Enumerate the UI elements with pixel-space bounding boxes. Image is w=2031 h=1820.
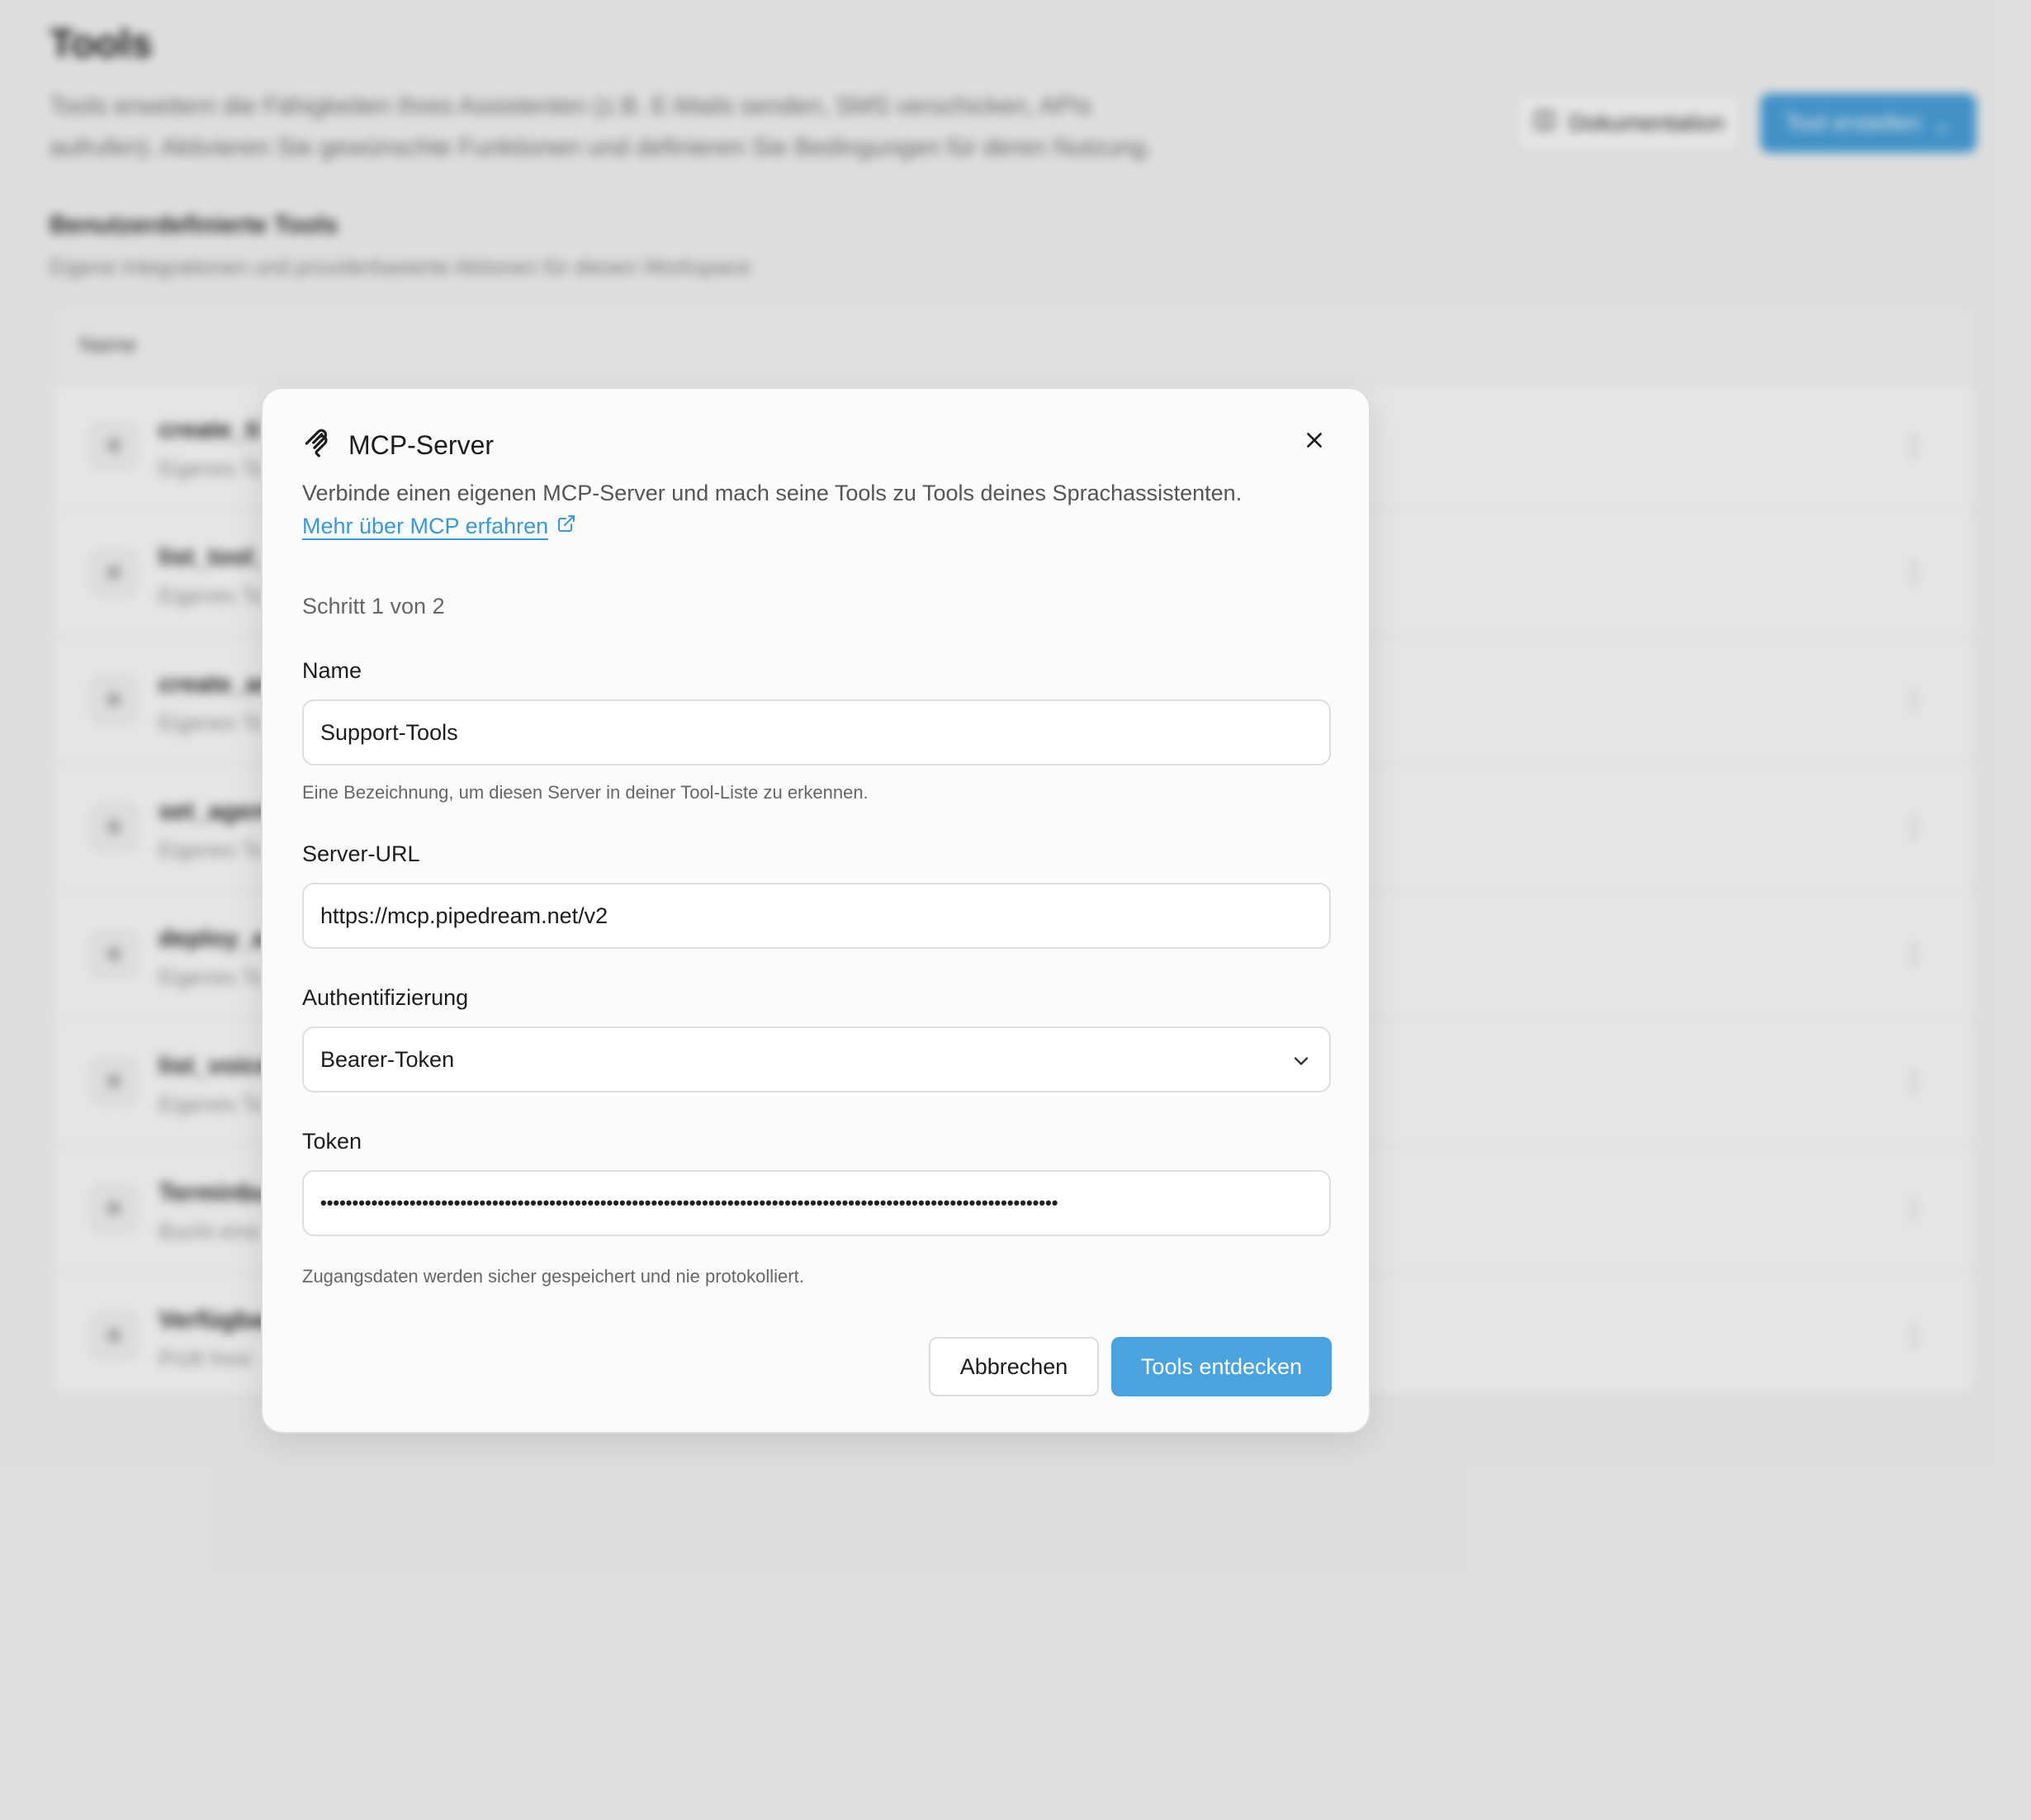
close-button[interactable]	[1298, 425, 1331, 458]
name-input[interactable]: Support-Tools	[302, 699, 1331, 765]
dialog-title: MCP-Server	[348, 430, 495, 460]
server-url-input[interactable]: https://mcp.pipedream.net/v2	[302, 883, 1331, 949]
name-label: Name	[302, 658, 362, 683]
dialog-description: Verbinde einen eigenen MCP-Server und ma…	[302, 481, 1243, 505]
close-icon	[1304, 429, 1325, 455]
server-url-label: Server-URL	[302, 841, 420, 866]
name-input-value: Support-Tools	[320, 719, 458, 745]
mcp-server-dialog: MCP-Server Verbinde einen eigenen MCP-Se…	[261, 387, 1371, 1434]
server-url-input-value: https://mcp.pipedream.net/v2	[320, 903, 608, 928]
authentication-select-value: Bearer-Token	[320, 1046, 455, 1072]
authentication-label: Authentifizierung	[302, 985, 469, 1010]
learn-more-link-label: Mehr über MCP erfahren	[302, 514, 549, 538]
discover-tools-button[interactable]: Tools entdecken	[1111, 1337, 1332, 1396]
external-link-icon	[556, 510, 576, 543]
authentication-select[interactable]: Bearer-Token	[302, 1026, 1331, 1092]
token-input-value: ••••••••••••••••••••••••••••••••••••••••…	[320, 1192, 1058, 1213]
learn-more-link[interactable]: Mehr über MCP erfahren	[302, 510, 576, 543]
step-indicator: Schritt 1 von 2	[302, 594, 445, 619]
mcp-logo-icon	[302, 427, 337, 462]
cancel-button[interactable]: Abbrechen	[929, 1337, 1099, 1396]
token-input[interactable]: ••••••••••••••••••••••••••••••••••••••••…	[302, 1170, 1331, 1236]
token-help-text: Zugangsdaten werden sicher gespeichert u…	[302, 1266, 804, 1287]
name-help-text: Eine Bezeichnung, um diesen Server in de…	[302, 782, 869, 803]
chevron-down-icon	[1290, 1050, 1313, 1073]
token-label: Token	[302, 1129, 362, 1154]
